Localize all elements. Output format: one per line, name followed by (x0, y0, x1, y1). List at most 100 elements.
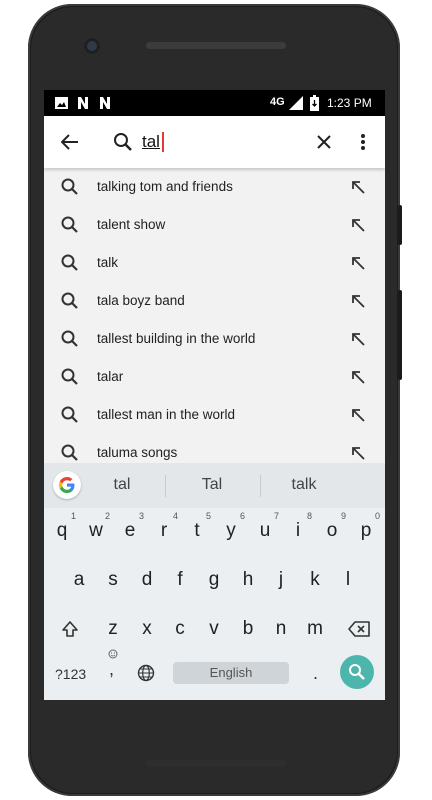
key-q[interactable]: q1 (48, 511, 76, 551)
fill-query-arrow-icon[interactable] (350, 217, 366, 233)
suggestion-list: talking tom and friends talent show talk… (44, 168, 385, 463)
key-n[interactable]: n (267, 609, 295, 649)
comma-label: , (109, 659, 115, 679)
close-icon (317, 135, 331, 149)
search-icon (61, 406, 78, 423)
search-icon (61, 368, 78, 385)
image-notification-icon (55, 97, 68, 109)
earpiece-speaker (146, 42, 286, 49)
emoji-icon (108, 649, 118, 659)
prediction-1[interactable]: tal (82, 476, 162, 494)
suggestion-item[interactable]: talk (44, 244, 385, 282)
power-button (398, 205, 402, 245)
google-g-icon (59, 477, 75, 493)
key-a[interactable]: a (65, 560, 93, 600)
signal-icon (289, 96, 303, 110)
key-r[interactable]: r4 (150, 511, 178, 551)
key-p[interactable]: p0 (352, 511, 380, 551)
key-m[interactable]: m (301, 609, 329, 649)
search-bar: tal (44, 116, 385, 168)
front-camera (84, 38, 100, 54)
fill-query-arrow-icon[interactable] (350, 179, 366, 195)
suggestion-item[interactable]: talent show (44, 206, 385, 244)
prediction-divider (260, 475, 261, 497)
suggestion-text: talar (97, 369, 124, 384)
emoji-comma-key[interactable]: , (104, 649, 122, 685)
text-cursor (162, 132, 164, 152)
backspace-icon (348, 621, 370, 637)
battery-icon (310, 95, 319, 111)
suggestion-text: taluma songs (97, 445, 178, 460)
key-d[interactable]: d (133, 560, 161, 600)
back-arrow-icon (61, 134, 78, 150)
shift-key[interactable] (56, 609, 84, 649)
suggestion-item[interactable]: taluma songs (44, 434, 385, 463)
search-input[interactable]: tal (142, 132, 160, 152)
key-h[interactable]: h (234, 560, 262, 600)
key-y[interactable]: y6 (217, 511, 245, 551)
search-icon (61, 292, 78, 309)
n-notification-icon-2 (100, 97, 110, 109)
key-c[interactable]: c (166, 609, 194, 649)
key-t[interactable]: t5 (183, 511, 211, 551)
key-k[interactable]: k (301, 560, 329, 600)
key-j[interactable]: j (267, 560, 295, 600)
clock: 1:23 PM (327, 96, 372, 110)
search-icon (61, 178, 78, 195)
suggestion-text: tala boyz band (97, 293, 185, 308)
more-vert-icon (361, 134, 365, 150)
back-button[interactable] (54, 126, 86, 158)
fill-query-arrow-icon[interactable] (350, 445, 366, 461)
search-icon (61, 216, 78, 233)
google-button[interactable] (53, 471, 81, 499)
backspace-key[interactable] (344, 609, 374, 649)
search-submit-button[interactable] (340, 655, 374, 689)
fill-query-arrow-icon[interactable] (350, 293, 366, 309)
suggestion-item[interactable]: tallest man in the world (44, 396, 385, 434)
suggestion-text: talk (97, 255, 119, 270)
key-o[interactable]: o9 (318, 511, 346, 551)
network-type: 4G (270, 96, 285, 108)
key-v[interactable]: v (200, 609, 228, 649)
key-u[interactable]: u7 (251, 511, 279, 551)
prediction-3[interactable]: talk (264, 476, 344, 494)
fill-query-arrow-icon[interactable] (350, 407, 366, 423)
suggestion-item[interactable]: talking tom and friends (44, 168, 385, 206)
period-key[interactable]: . (313, 663, 318, 684)
search-icon (349, 664, 365, 680)
fill-query-arrow-icon[interactable] (350, 369, 366, 385)
clear-button[interactable] (308, 126, 340, 158)
suggestion-text: tallest man in the world (97, 407, 236, 422)
key-f[interactable]: f (166, 560, 194, 600)
symbols-key[interactable]: ?123 (55, 666, 86, 682)
volume-button (398, 290, 402, 380)
fill-query-arrow-icon[interactable] (350, 331, 366, 347)
suggestion-text: talking tom and friends (97, 179, 233, 194)
suggestion-text: tallest building in the world (97, 331, 256, 346)
suggestion-item[interactable]: talar (44, 358, 385, 396)
key-i[interactable]: i8 (284, 511, 312, 551)
key-e[interactable]: e3 (116, 511, 144, 551)
bottom-speaker (146, 760, 286, 767)
shift-icon (62, 621, 78, 637)
key-w[interactable]: w2 (82, 511, 110, 551)
search-icon (61, 444, 78, 461)
key-s[interactable]: s (99, 560, 127, 600)
key-l[interactable]: l (334, 560, 362, 600)
keyboard-suggestion-strip: tal Tal talk (44, 463, 385, 508)
key-b[interactable]: b (234, 609, 262, 649)
language-globe-icon[interactable] (137, 664, 155, 682)
key-g[interactable]: g (200, 560, 228, 600)
search-icon (114, 133, 132, 151)
screen: 4G 1:23 PM tal talking tom and friends t… (44, 90, 385, 700)
status-bar: 4G 1:23 PM (44, 90, 385, 116)
search-icon-wrapper (107, 126, 139, 158)
key-z[interactable]: z (99, 609, 127, 649)
more-options-button[interactable] (347, 126, 379, 158)
spacebar[interactable]: English (173, 662, 289, 684)
suggestion-item[interactable]: tallest building in the world (44, 320, 385, 358)
suggestion-item[interactable]: tala boyz band (44, 282, 385, 320)
prediction-2[interactable]: Tal (172, 476, 252, 494)
fill-query-arrow-icon[interactable] (350, 255, 366, 271)
key-x[interactable]: x (133, 609, 161, 649)
